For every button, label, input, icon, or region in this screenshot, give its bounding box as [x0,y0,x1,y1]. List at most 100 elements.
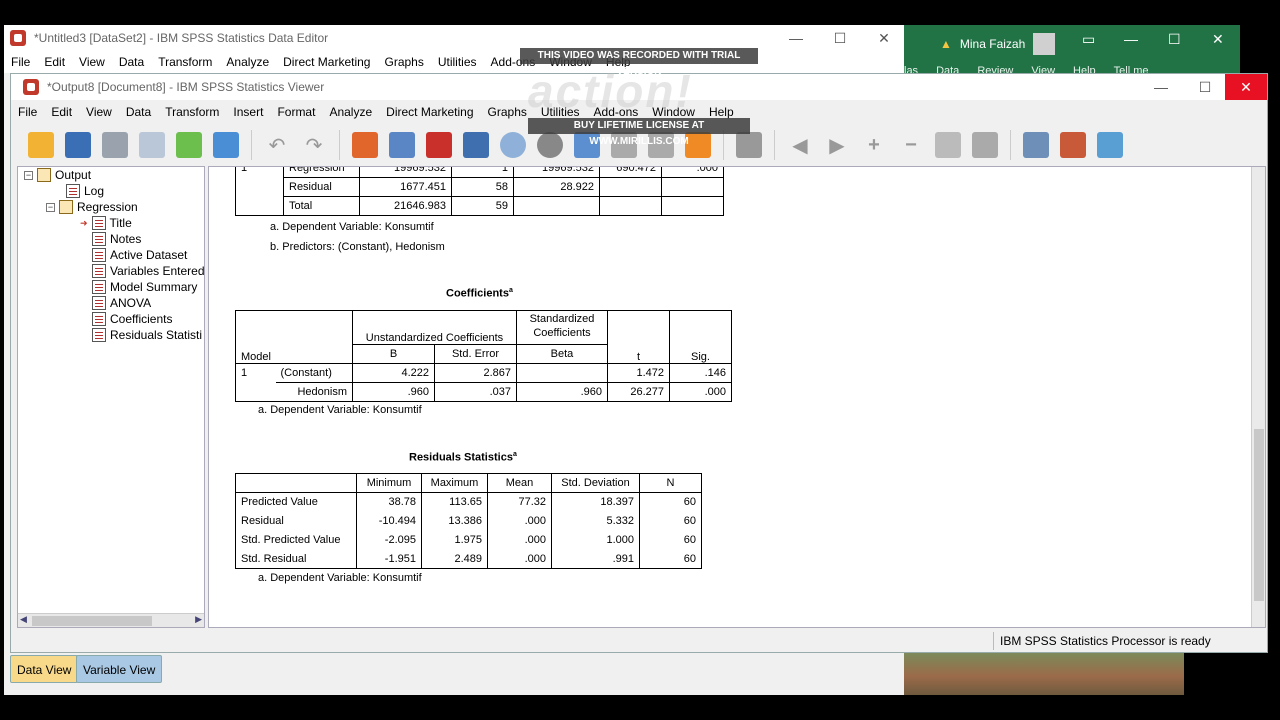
collapse-icon[interactable]: − [895,129,927,161]
insert-output-icon[interactable] [733,129,765,161]
tree-node-model-summary[interactable]: Model Summary [92,279,197,295]
outline-horizontal-scrollbar[interactable]: ◀ ▶ [18,613,204,627]
collapse-toggle[interactable]: − [24,170,33,180]
go-to-case-icon[interactable] [386,129,418,161]
insert-title-icon[interactable] [1057,129,1089,161]
coef-sig-cell: .000 [669,382,732,402]
menu-transform[interactable]: Transform [151,55,219,69]
viewer-toolbar: ↶ ↷ ◀ ▶ + − [11,124,1267,166]
use-sets-icon[interactable] [497,129,529,161]
expand-icon[interactable]: + [858,129,890,161]
tree-node-output[interactable]: − Output [24,167,91,183]
viewer-menu-add-ons[interactable]: Add-ons [587,105,646,119]
viewer-menu-file[interactable]: File [11,105,44,119]
menu-help[interactable]: Help [599,55,638,69]
viewer-menu-format[interactable]: Format [270,105,322,119]
tree-node-title[interactable]: ➜ Title [80,215,132,231]
syntax-icon[interactable] [645,129,677,161]
tree-node-residuals-statistics[interactable]: Residuals Statisti [92,327,202,343]
variables-icon[interactable] [460,129,492,161]
viewer-menu-utilities[interactable]: Utilities [534,105,587,119]
table-row: Predicted Value 38.78 113.65 77.32 18.39… [235,492,702,512]
residuals-n-cell: 60 [639,492,702,512]
promote-icon[interactable]: ◀ [784,129,816,161]
residuals-mean-cell: 77.32 [487,492,552,512]
menu-utilities[interactable]: Utilities [431,55,484,69]
menu-direct-marketing[interactable]: Direct Marketing [276,55,377,69]
coefficients-icon [92,312,106,326]
tree-node-regression[interactable]: − Regression [46,199,138,215]
coefficients-footnote: a. Dependent Variable: Konsumtif [258,404,422,416]
menu-data[interactable]: Data [112,55,151,69]
tree-node-coefficients[interactable]: Coefficients [92,311,172,327]
data-editor-titlebar: *Untitled3 [DataSet2] - IBM SPSS Statist… [4,25,904,51]
viewer-menu-graphs[interactable]: Graphs [481,105,534,119]
warning-icon: ▲ [940,37,952,51]
export-icon[interactable] [173,129,205,161]
collapse-toggle[interactable]: − [46,202,55,212]
viewer-menu-insert[interactable]: Insert [226,105,270,119]
tab-variable-view[interactable]: Variable View [76,655,163,683]
show-all-variables-icon[interactable] [534,129,566,161]
menu-window[interactable]: Window [542,55,599,69]
menu-graphs[interactable]: Graphs [377,55,430,69]
open-folder-icon[interactable] [25,129,57,161]
coef-row-label: Hedonism [275,382,353,402]
excel-minimize-icon[interactable]: — [1124,31,1138,47]
scrollbar-thumb[interactable] [32,616,152,626]
go-to-data-icon[interactable] [349,129,381,161]
insert-text-icon[interactable] [1094,129,1126,161]
go-to-variable-icon[interactable] [423,129,455,161]
tree-node-log[interactable]: Log [66,183,104,199]
spell-check-icon[interactable] [571,129,603,161]
menu-add-ons[interactable]: Add-ons [484,55,543,69]
excel-close-icon[interactable]: ✕ [1212,31,1224,48]
viewer-menu-analyze[interactable]: Analyze [322,105,379,119]
maximize-icon[interactable]: ☐ [818,25,862,51]
coef-se-cell: 2.867 [434,363,517,383]
run-script-icon[interactable] [682,129,714,161]
redo-icon[interactable]: ↷ [298,129,330,161]
scroll-left-icon[interactable]: ◀ [20,614,27,625]
menu-analyze[interactable]: Analyze [219,55,276,69]
viewer-menu-direct-marketing[interactable]: Direct Marketing [379,105,480,119]
content-vertical-scrollbar[interactable] [1251,167,1265,627]
viewer-menu-window[interactable]: Window [645,105,702,119]
viewer-menu-help[interactable]: Help [702,105,741,119]
close-icon[interactable]: ✕ [862,25,906,51]
tree-node-variables-entered[interactable]: Variables Entered [92,263,204,279]
viewer-menu-transform[interactable]: Transform [158,105,226,119]
print-preview-icon[interactable] [136,129,168,161]
demote-icon[interactable]: ▶ [821,129,853,161]
avatar[interactable] [1033,33,1056,55]
scroll-right-icon[interactable]: ▶ [195,614,202,625]
viewer-menu-view[interactable]: View [79,105,119,119]
undo-icon[interactable]: ↶ [261,129,293,161]
viewer-close-button[interactable]: ✕ [1225,74,1267,100]
recall-dialog-icon[interactable] [210,129,242,161]
menu-edit[interactable]: Edit [37,55,72,69]
insert-heading-icon[interactable] [1020,129,1052,161]
menu-view[interactable]: View [72,55,112,69]
ribbon-display-icon[interactable]: ▭ [1082,31,1095,48]
menu-file[interactable]: File [4,55,37,69]
show-icon[interactable] [932,129,964,161]
tab-data-view[interactable]: Data View [10,655,79,683]
viewer-menu-data[interactable]: Data [119,105,158,119]
minimize-icon[interactable]: — [774,25,818,51]
save-icon[interactable] [62,129,94,161]
designate-window-icon[interactable] [608,129,640,161]
tree-node-active-dataset[interactable]: Active Dataset [92,247,187,263]
viewer-minimize-icon[interactable]: — [1139,74,1183,100]
viewer-maximize-icon[interactable]: ☐ [1183,74,1227,100]
viewer-menu-edit[interactable]: Edit [44,105,79,119]
tree-node-anova[interactable]: ANOVA [92,295,151,311]
anova-f-cell [599,177,662,197]
background-photo [904,653,1184,695]
excel-maximize-icon[interactable]: ☐ [1168,31,1181,48]
anova-table: 1 Regression 19969.532 1 19969.532 690.4… [235,167,724,216]
hide-icon[interactable] [969,129,1001,161]
scrollbar-thumb[interactable] [1254,429,1264,601]
tree-node-notes[interactable]: Notes [92,231,141,247]
print-icon[interactable] [99,129,131,161]
